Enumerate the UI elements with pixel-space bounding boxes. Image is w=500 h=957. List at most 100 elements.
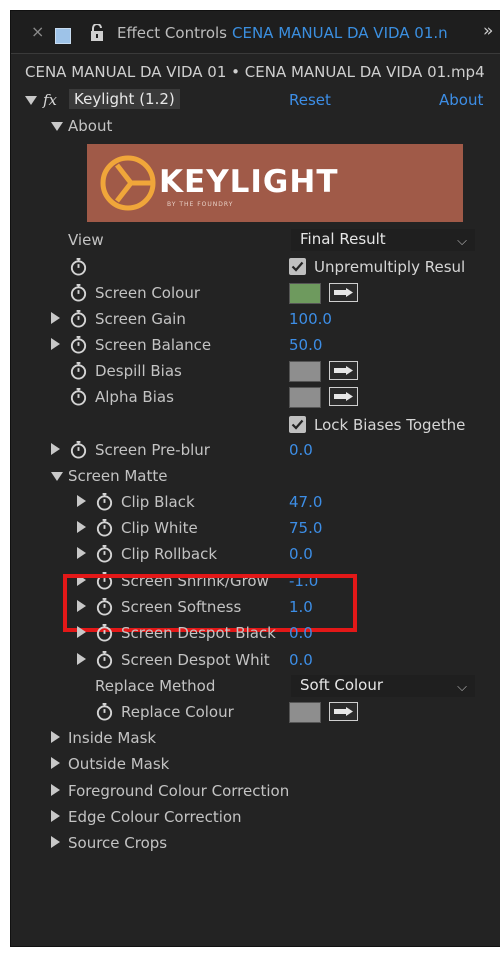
expand-icon[interactable]: [51, 472, 63, 481]
keylight-logo-icon: [100, 155, 156, 211]
param-screen-preblur-row: Screen Pre-blur 0.0: [11, 437, 500, 463]
screen-matte-group-row[interactable]: Screen Matte: [11, 463, 500, 489]
more-panels-icon[interactable]: »: [483, 21, 493, 41]
eyedropper-icon[interactable]: [329, 702, 358, 721]
about-group-label: About: [68, 117, 113, 135]
layer-path: CENA MANUAL DA VIDA 01 • CENA MANUAL DA …: [25, 63, 485, 81]
tab-composition-name[interactable]: CENA MANUAL DA VIDA 01.n: [232, 24, 452, 42]
unpremultiply-label: Unpremultiply Resul: [314, 258, 466, 276]
screen-despot-white-value[interactable]: 0.0: [289, 651, 313, 669]
param-replace-method-row: Replace Method Soft Colour ⌵: [11, 673, 500, 699]
expand-effect-icon[interactable]: [25, 96, 37, 105]
chevron-down-icon: ⌵: [457, 680, 467, 695]
expand-icon[interactable]: [51, 312, 60, 324]
replace-method-dropdown[interactable]: Soft Colour ⌵: [291, 675, 475, 697]
expand-icon[interactable]: [77, 495, 86, 507]
expand-icon[interactable]: [51, 338, 60, 350]
stopwatch-icon[interactable]: [95, 518, 114, 537]
reset-link[interactable]: Reset: [289, 91, 331, 109]
panel-tab-bar: × Effect Controls CENA MANUAL DA VIDA 01…: [11, 11, 500, 53]
expand-icon[interactable]: [77, 626, 86, 638]
alpha-bias-label: Alpha Bias: [95, 388, 174, 406]
inside-mask-label: Inside Mask: [68, 729, 157, 747]
expand-icon[interactable]: [51, 784, 60, 796]
stopwatch-icon[interactable]: [69, 361, 88, 380]
group-outside-mask[interactable]: Outside Mask: [11, 751, 500, 777]
screen-gain-label: Screen Gain: [95, 310, 186, 328]
about-group-row[interactable]: About: [11, 113, 500, 139]
about-link[interactable]: About: [439, 91, 483, 109]
expand-icon[interactable]: [51, 443, 60, 455]
expand-icon[interactable]: [51, 122, 63, 131]
param-screen-gain-row: Screen Gain 100.0: [11, 306, 500, 332]
close-tab-icon[interactable]: ×: [31, 22, 44, 41]
expand-icon[interactable]: [51, 731, 60, 743]
stopwatch-icon[interactable]: [95, 650, 114, 669]
expand-icon[interactable]: [51, 810, 60, 822]
stopwatch-icon[interactable]: [69, 440, 88, 459]
stopwatch-icon[interactable]: [95, 623, 114, 642]
replace-colour-swatch[interactable]: [289, 702, 321, 723]
param-alpha-bias-row: Alpha Bias: [11, 384, 500, 410]
group-inside-mask[interactable]: Inside Mask: [11, 725, 500, 751]
lock-biases-checkbox[interactable]: [289, 416, 306, 433]
panel-color-icon: [55, 28, 71, 44]
eyedropper-icon[interactable]: [329, 387, 358, 406]
lock-icon[interactable]: [89, 23, 105, 46]
screen-gain-value[interactable]: 100.0: [289, 310, 332, 328]
expand-icon[interactable]: [77, 521, 86, 533]
param-clip-black-row: Clip Black 47.0: [11, 489, 500, 515]
screen-colour-label: Screen Colour: [95, 284, 201, 302]
param-screen-despot-black-row: Screen Despot Black 0.0: [11, 620, 500, 646]
clip-black-value[interactable]: 47.0: [289, 493, 322, 511]
replace-method-label: Replace Method: [95, 677, 216, 695]
expand-icon[interactable]: [77, 653, 86, 665]
screen-colour-swatch[interactable]: [289, 283, 321, 304]
stopwatch-icon[interactable]: [69, 335, 88, 354]
param-despill-bias-row: Despill Bias: [11, 358, 500, 384]
expand-icon[interactable]: [77, 547, 86, 559]
group-foreground-colour-correction[interactable]: Foreground Colour Correction: [11, 778, 500, 804]
replace-method-value: Soft Colour: [300, 676, 384, 694]
despill-bias-label: Despill Bias: [95, 362, 182, 380]
stopwatch-icon[interactable]: [95, 702, 114, 721]
screen-balance-value[interactable]: 50.0: [289, 336, 322, 354]
stopwatch-icon[interactable]: [69, 387, 88, 406]
clip-rollback-value[interactable]: 0.0: [289, 545, 313, 563]
stopwatch-icon[interactable]: [69, 309, 88, 328]
tab-title[interactable]: Effect Controls: [117, 24, 227, 42]
edge-cc-label: Edge Colour Correction: [68, 808, 242, 826]
clip-white-value[interactable]: 75.0: [289, 519, 322, 537]
param-screen-colour-row: Screen Colour: [11, 280, 500, 306]
screen-despot-black-value[interactable]: 0.0: [289, 624, 313, 642]
source-crops-label: Source Crops: [68, 834, 168, 852]
eyedropper-icon[interactable]: [329, 361, 358, 380]
effect-name[interactable]: Keylight (1.2): [69, 89, 180, 109]
stopwatch-icon[interactable]: [69, 283, 88, 302]
expand-icon[interactable]: [51, 836, 60, 848]
view-label: View: [68, 231, 104, 249]
view-dropdown[interactable]: Final Result ⌵: [291, 229, 475, 251]
screen-despot-black-label: Screen Despot Black: [121, 624, 276, 642]
despill-bias-swatch[interactable]: [289, 361, 321, 382]
logo-wordmark: KEYLIGHT: [159, 164, 339, 200]
param-clip-rollback-row: Clip Rollback 0.0: [11, 541, 500, 567]
screen-balance-label: Screen Balance: [95, 336, 212, 354]
unpremultiply-checkbox[interactable]: [289, 258, 306, 275]
screen-preblur-value[interactable]: 0.0: [289, 441, 313, 459]
group-edge-colour-correction[interactable]: Edge Colour Correction: [11, 804, 500, 830]
fx-toggle[interactable]: fx: [43, 91, 57, 109]
stopwatch-icon[interactable]: [95, 492, 114, 511]
logo-subtitle: BY THE FOUNDRY: [167, 201, 234, 208]
group-source-crops[interactable]: Source Crops: [11, 830, 500, 856]
param-clip-white-row: Clip White 75.0: [11, 515, 500, 541]
replace-colour-label: Replace Colour: [121, 703, 234, 721]
eyedropper-icon[interactable]: [329, 283, 358, 302]
stopwatch-icon[interactable]: [69, 257, 88, 276]
stopwatch-icon[interactable]: [95, 544, 114, 563]
alpha-bias-swatch[interactable]: [289, 387, 321, 408]
param-screen-balance-row: Screen Balance 50.0: [11, 332, 500, 358]
expand-icon[interactable]: [51, 757, 60, 769]
effect-header-row: fx Keylight (1.2) Reset About: [11, 87, 500, 113]
chevron-down-icon: ⌵: [457, 234, 467, 249]
